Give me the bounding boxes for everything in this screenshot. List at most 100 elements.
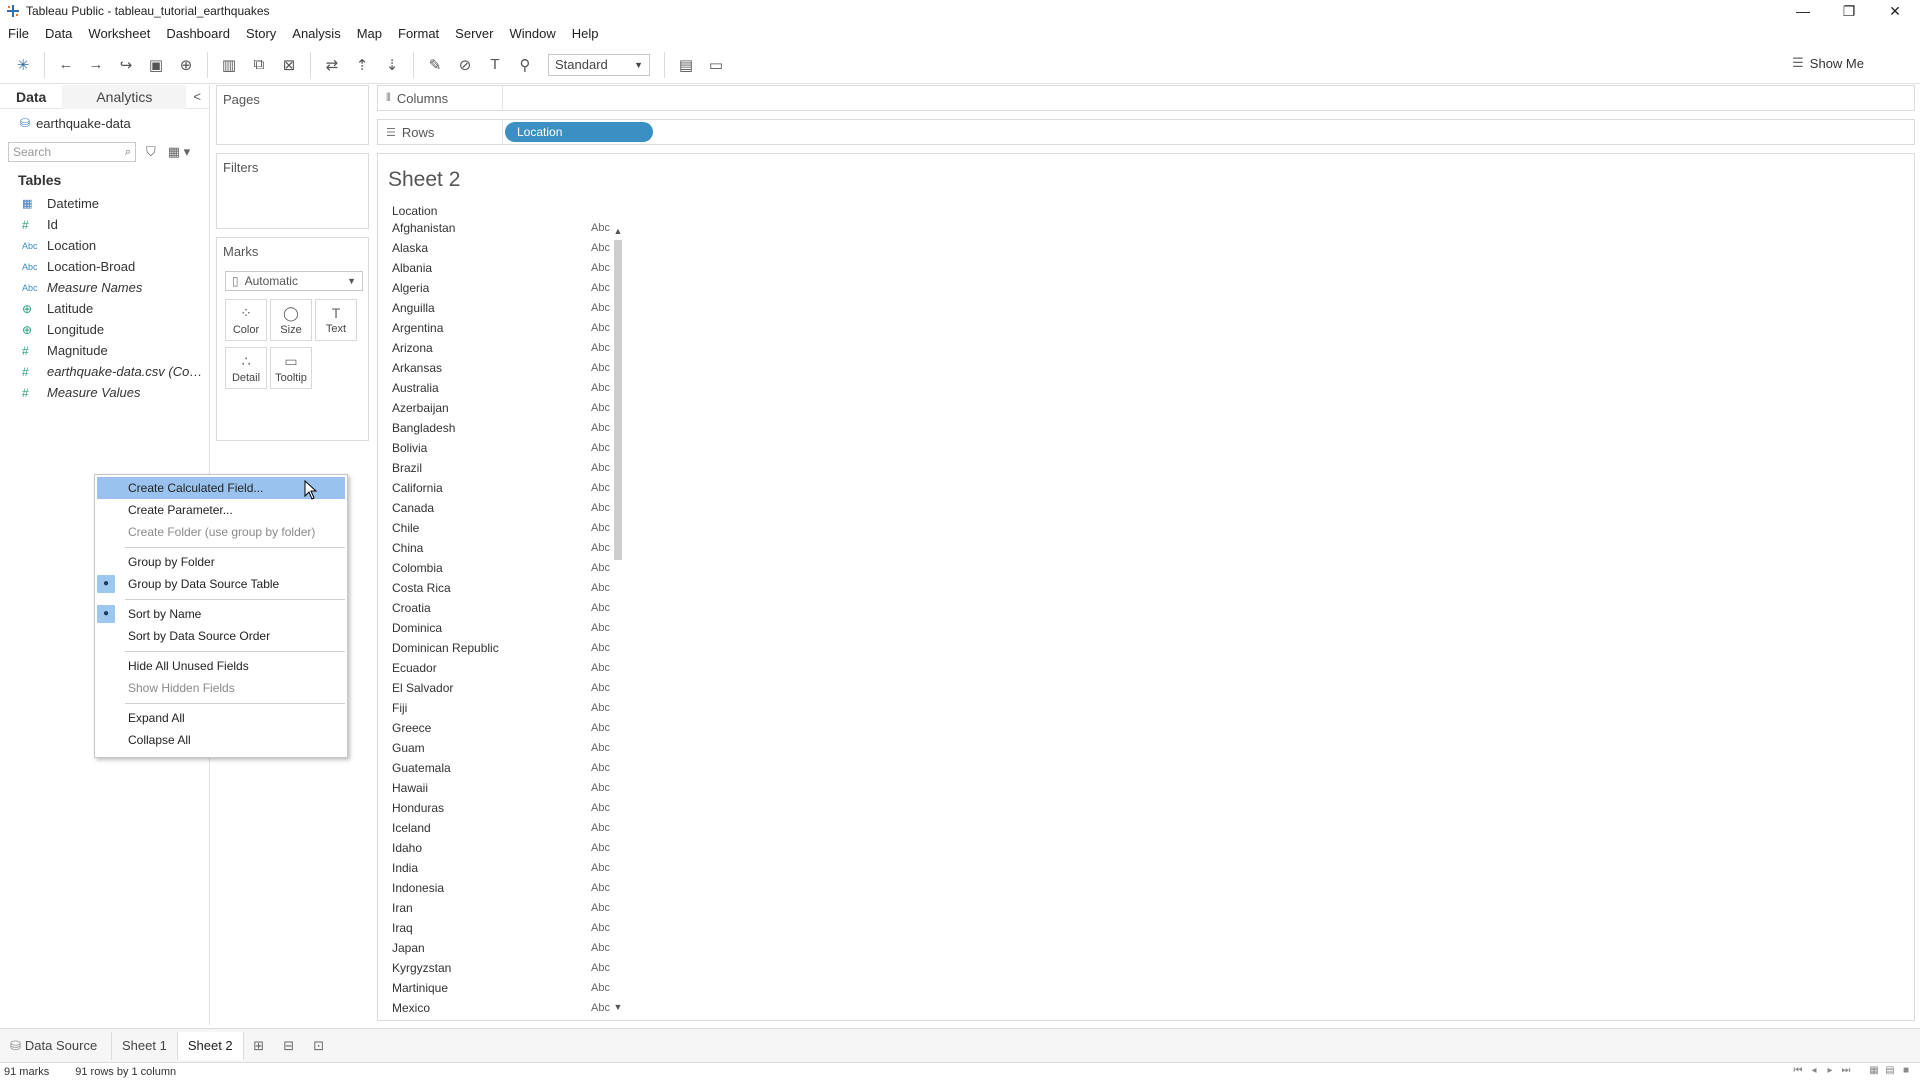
menu-data[interactable]: Data	[45, 26, 72, 41]
tableau-start-icon[interactable]: ✳	[10, 52, 36, 78]
location-column-header[interactable]: Location	[392, 204, 437, 218]
field-item[interactable]: # Measure Values	[0, 382, 209, 403]
swap-icon[interactable]: ⇄	[319, 52, 345, 78]
labels-icon[interactable]: T	[482, 52, 508, 78]
menu-server[interactable]: Server	[455, 26, 493, 41]
new-datasource-icon[interactable]: ⊕	[173, 52, 199, 78]
menu-item-collapse-all[interactable]: Collapse All	[95, 729, 347, 751]
restore-button[interactable]: ❐	[1826, 0, 1872, 22]
table-row[interactable]: Afghanistan Abc	[384, 218, 618, 238]
search-input[interactable]: Search ⌕	[8, 142, 136, 162]
pages-card[interactable]: Pages	[216, 85, 369, 145]
columns-shelf[interactable]: ⦀ Columns	[377, 85, 1915, 111]
field-item[interactable]: ⊕ Longitude	[0, 319, 209, 340]
color-mark-button[interactable]: ⁘ Color	[225, 299, 267, 341]
table-row[interactable]: Bangladesh Abc	[384, 418, 618, 438]
table-row[interactable]: Colombia Abc	[384, 558, 618, 578]
table-row[interactable]: Guatemala Abc	[384, 758, 618, 778]
tab-sheet-2[interactable]: Sheet 2	[177, 1031, 244, 1060]
collapse-pane-icon[interactable]: <	[193, 89, 201, 104]
show-cards-icon[interactable]: ▤	[673, 52, 699, 78]
vertical-scrollbar[interactable]: ▲ ▼	[612, 226, 624, 1012]
table-row[interactable]: Bolivia Abc	[384, 438, 618, 458]
duplicate-sheet-icon[interactable]: ⧉	[246, 52, 272, 78]
table-row[interactable]: Costa Rica Abc	[384, 578, 618, 598]
table-row[interactable]: Guam Abc	[384, 738, 618, 758]
filter-icon[interactable]: ⛉	[146, 144, 156, 160]
view-options-icon[interactable]: ▦ ▾	[168, 144, 190, 160]
presentation-mode-icon[interactable]: ▭	[703, 52, 729, 78]
table-row[interactable]: Alaska Abc	[384, 238, 618, 258]
menu-window[interactable]: Window	[509, 26, 555, 41]
field-item[interactable]: Abc Location	[0, 235, 209, 256]
new-story-tab-icon[interactable]: ⊡	[304, 1032, 334, 1060]
sheet-title[interactable]: Sheet 2	[388, 168, 460, 192]
clear-sheet-icon[interactable]: ⊠	[276, 52, 302, 78]
menu-format[interactable]: Format	[398, 26, 439, 41]
filters-card[interactable]: Filters	[216, 153, 369, 229]
field-item[interactable]: Abc Measure Names	[0, 277, 209, 298]
table-row[interactable]: Greece Abc	[384, 718, 618, 738]
table-row[interactable]: Canada Abc	[384, 498, 618, 518]
new-dashboard-tab-icon[interactable]: ⊟	[274, 1032, 304, 1060]
rows-shelf[interactable]: ☰ Rows Location	[377, 119, 1915, 145]
menu-dashboard[interactable]: Dashboard	[166, 26, 230, 41]
table-row[interactable]: Mexico Abc	[384, 998, 618, 1012]
next-sheet-icon[interactable]: ▸	[1822, 1065, 1838, 1076]
field-item[interactable]: # Id	[0, 214, 209, 235]
table-row[interactable]: Idaho Abc	[384, 838, 618, 858]
undo-icon[interactable]: ←	[53, 52, 79, 78]
fit-select[interactable]: Standard ▼	[548, 53, 650, 76]
save-icon[interactable]: ▣	[143, 52, 169, 78]
scroll-down-icon[interactable]: ▼	[612, 1002, 624, 1012]
menu-map[interactable]: Map	[357, 26, 382, 41]
table-row[interactable]: Indonesia Abc	[384, 878, 618, 898]
size-mark-button[interactable]: ◯ Size	[270, 299, 312, 341]
tab-sheet-1[interactable]: Sheet 1	[112, 1031, 178, 1060]
menu-help[interactable]: Help	[572, 26, 599, 41]
last-sheet-icon[interactable]: ⏭	[1838, 1065, 1854, 1076]
close-button[interactable]: ✕	[1872, 0, 1918, 22]
field-item[interactable]: ⊕ Latitude	[0, 298, 209, 319]
table-row[interactable]: Ecuador Abc	[384, 658, 618, 678]
tab-data-source[interactable]: ⛁ Data Source	[0, 1031, 112, 1060]
table-row[interactable]: Albania Abc	[384, 258, 618, 278]
scrollbar-thumb[interactable]	[614, 240, 622, 560]
pin-icon[interactable]: ⚲	[512, 52, 538, 78]
menu-item-group-by-data-source-table[interactable]: ● Group by Data Source Table	[95, 573, 347, 595]
menu-item-sort-by-data-source-order[interactable]: Sort by Data Source Order	[95, 625, 347, 647]
tab-data[interactable]: Data	[0, 85, 62, 109]
minimize-button[interactable]: —	[1780, 0, 1826, 22]
first-sheet-icon[interactable]: ⏮	[1790, 1065, 1806, 1076]
field-item[interactable]: # earthquake-data.csv (Cou...	[0, 361, 209, 382]
table-row[interactable]: Azerbaijan Abc	[384, 398, 618, 418]
table-row[interactable]: Dominica Abc	[384, 618, 618, 638]
prev-sheet-icon[interactable]: ◂	[1806, 1065, 1822, 1076]
text-mark-button[interactable]: T Text	[315, 299, 357, 341]
table-row[interactable]: Argentina Abc	[384, 318, 618, 338]
table-row[interactable]: Japan Abc	[384, 938, 618, 958]
table-row[interactable]: California Abc	[384, 478, 618, 498]
show-tabs-icon[interactable]: ▤	[1882, 1065, 1898, 1076]
table-row[interactable]: Dominican Republic Abc	[384, 638, 618, 658]
table-row[interactable]: India Abc	[384, 858, 618, 878]
sort-ascending-icon[interactable]: ⇡	[349, 52, 375, 78]
highlight-icon[interactable]: ✎	[422, 52, 448, 78]
menu-worksheet[interactable]: Worksheet	[88, 26, 150, 41]
show-sheet-sorter-icon[interactable]: ■	[1898, 1065, 1914, 1076]
field-item[interactable]: Abc Location-Broad	[0, 256, 209, 277]
datasource-item[interactable]: ⛁ earthquake-data	[0, 109, 209, 137]
menu-item-hide-all-unused-fields[interactable]: Hide All Unused Fields	[95, 655, 347, 677]
table-row[interactable]: El Salvador Abc	[384, 678, 618, 698]
table-row[interactable]: Kyrgyzstan Abc	[384, 958, 618, 978]
table-row[interactable]: Hawaii Abc	[384, 778, 618, 798]
table-row[interactable]: China Abc	[384, 538, 618, 558]
menu-item-group-by-folder[interactable]: Group by Folder	[95, 551, 347, 573]
menu-file[interactable]: File	[8, 26, 29, 41]
menu-item-create-parameter[interactable]: Create Parameter...	[95, 499, 347, 521]
table-row[interactable]: Iceland Abc	[384, 818, 618, 838]
menu-item-expand-all[interactable]: Expand All	[95, 707, 347, 729]
detail-mark-button[interactable]: ∴ Detail	[225, 347, 267, 389]
table-row[interactable]: Arkansas Abc	[384, 358, 618, 378]
replay-icon[interactable]: ↪	[113, 52, 139, 78]
